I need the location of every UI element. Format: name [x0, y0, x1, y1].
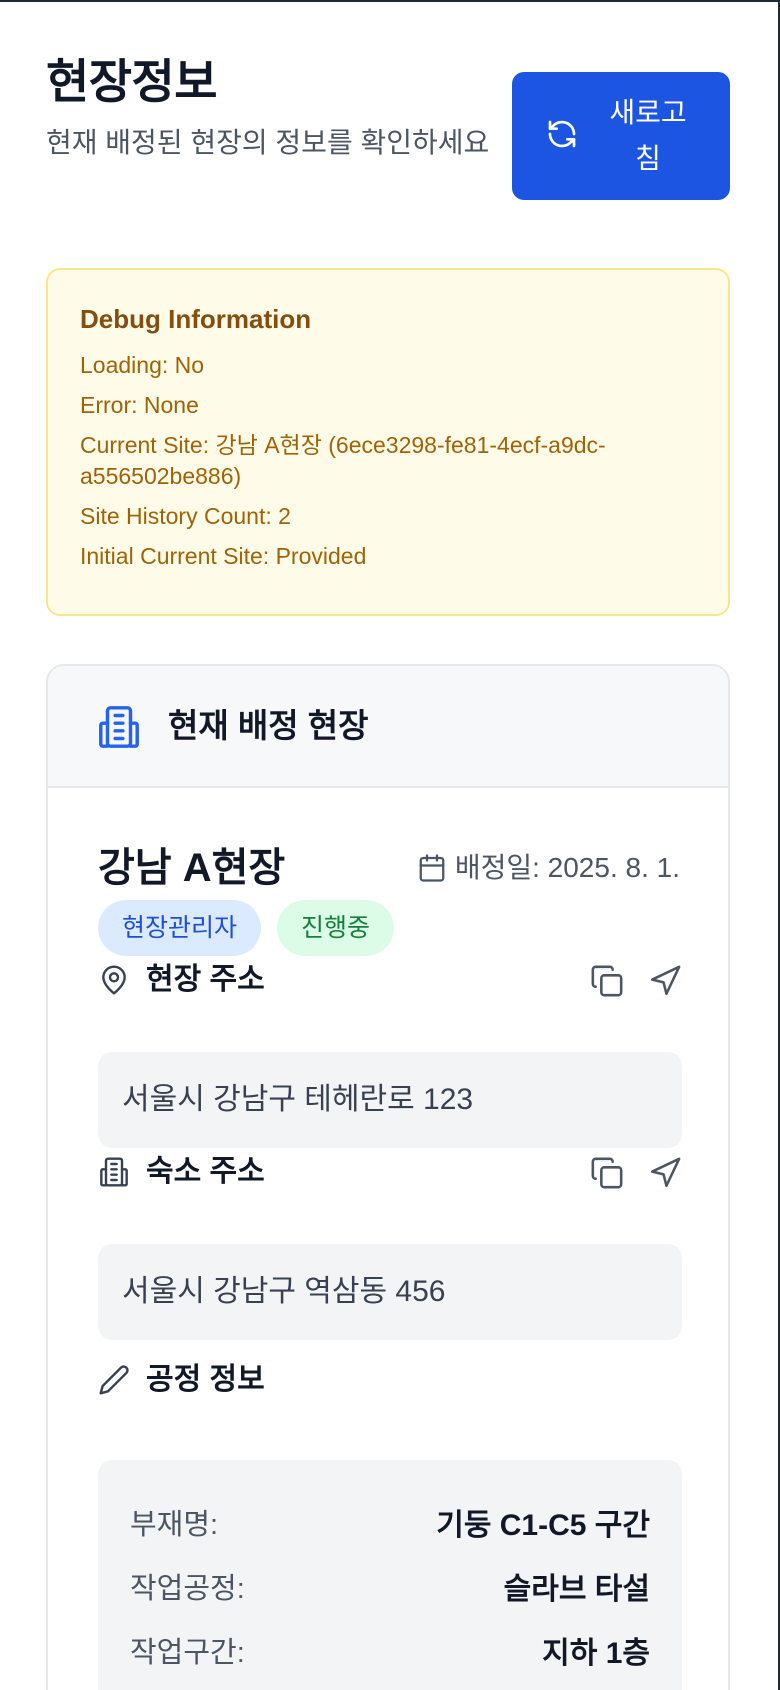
refresh-icon [546, 118, 578, 150]
info-label: 부재명: [130, 1509, 219, 1541]
info-row-zone: 작업구간: 지하 1층 [130, 1618, 650, 1682]
map-pin-icon [98, 964, 130, 996]
pencil-icon [98, 1364, 130, 1396]
card-header: 현재 배정 현장 [48, 666, 728, 788]
copy-icon[interactable] [590, 1156, 624, 1190]
calendar-icon [417, 853, 447, 883]
debug-panel: Debug Information Loading: No Error: Non… [46, 268, 730, 616]
debug-title: Debug Information [80, 304, 312, 334]
process-info-header: 공정 정보 [98, 1358, 686, 1402]
site-address-value: 서울시 강남구 테헤란로 123 [98, 1052, 682, 1148]
refresh-button-label: 새로고침 [609, 97, 687, 174]
page-header: 현장정보 현재 배정된 현장의 정보를 확인하세요 새로고침 [46, 52, 736, 200]
copy-icon[interactable] [590, 964, 624, 998]
debug-error: Error: None [80, 392, 199, 418]
info-value: 슬라브 타설 [503, 1573, 650, 1606]
info-row-process: 작업공정: 슬라브 타설 [130, 1554, 650, 1618]
assign-date-text: 배정일: 2025. 8. 1. [454, 852, 680, 883]
site-address-header: 현장 주소 [98, 958, 686, 1002]
status-badge: 진행중 [277, 900, 395, 956]
site-badges: 현장관리자 진행중 [98, 900, 395, 956]
navigation-icon[interactable] [648, 1156, 682, 1190]
role-badge: 현장관리자 [98, 900, 262, 956]
info-value: 지하 1층 [542, 1637, 650, 1670]
process-info-box: 부재명: 기둥 C1-C5 구간 작업공정: 슬라브 타설 작업구간: 지하 1… [98, 1460, 682, 1690]
lodging-address-header: 숙소 주소 [98, 1150, 686, 1194]
lodging-address-value: 서울시 강남구 역삼동 456 [98, 1244, 682, 1340]
debug-loading: Loading: No [80, 352, 205, 378]
refresh-button[interactable]: 새로고침 [512, 72, 730, 200]
process-info-label: 공정 정보 [146, 1363, 265, 1396]
site-address-label: 현장 주소 [146, 963, 265, 996]
site-name: 강남 A현장 [98, 846, 286, 890]
info-row-member: 부재명: 기둥 C1-C5 구간 [130, 1490, 650, 1554]
current-site-card: 현재 배정 현장 강남 A현장 배정일: 2025. 8. 1. 현장관리자 진… [46, 664, 730, 1690]
debug-history-count: Site History Count: 2 [80, 503, 291, 529]
navigation-icon[interactable] [648, 964, 682, 998]
assign-date: 배정일: 2025. 8. 1. [417, 850, 680, 886]
info-value: 기둥 C1-C5 구간 [436, 1509, 650, 1542]
info-label: 작업구간: [130, 1637, 245, 1669]
card-title: 현재 배정 현장 [168, 707, 369, 744]
debug-current-site: Current Site: 강남 A현장 (6ece3298-fe81-4ecf… [80, 432, 606, 489]
lodging-address-label: 숙소 주소 [146, 1155, 265, 1188]
site-info-page: 현장정보 현재 배정된 현장의 정보를 확인하세요 새로고침 Debug Inf… [0, 2, 780, 1690]
debug-lines: Loading: No Error: None Current Site: 강남… [80, 350, 696, 572]
info-label: 작업공정: [130, 1573, 245, 1605]
building-small-icon [98, 1156, 130, 1188]
page-subtitle: 현재 배정된 현장의 정보를 확인하세요 [46, 127, 490, 158]
debug-initial-site: Initial Current Site: Provided [80, 543, 367, 569]
building-icon [96, 704, 142, 750]
